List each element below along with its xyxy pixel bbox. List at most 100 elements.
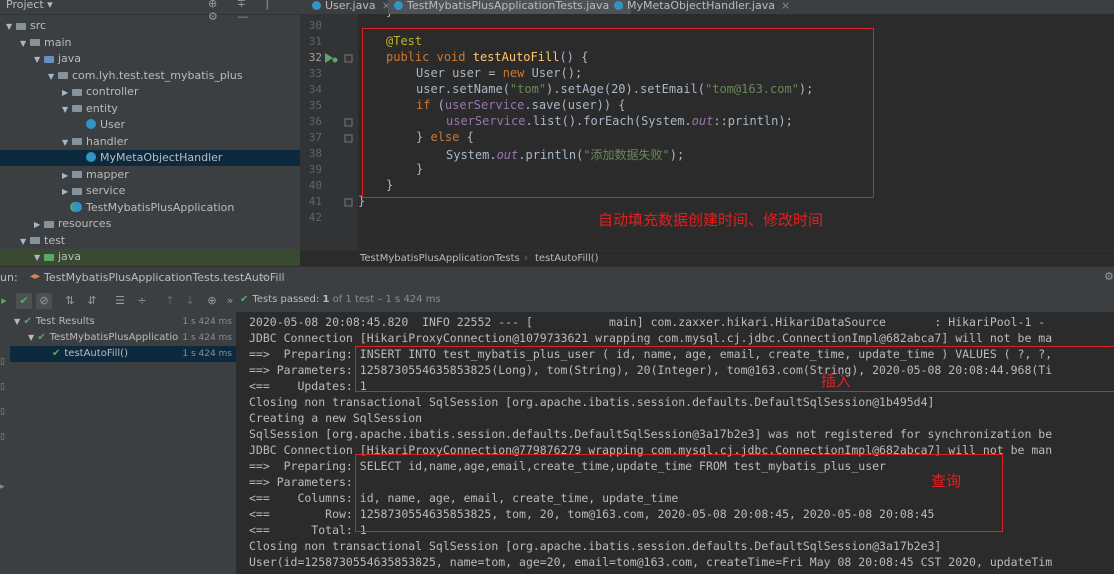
- tree-item-resources[interactable]: ▶ resources: [0, 216, 300, 232]
- line-number: 31: [308, 35, 322, 48]
- folder-icon: [30, 237, 40, 244]
- show-passed-toggle[interactable]: ✔: [16, 293, 32, 309]
- test-results-root[interactable]: ▼ ✔ Test Results 1 s 424 ms: [10, 314, 236, 330]
- run-test-icon[interactable]: [324, 52, 338, 64]
- chevron-down-icon[interactable]: ▼: [20, 234, 30, 250]
- chevron-right-icon[interactable]: ▶: [34, 217, 44, 233]
- tree-item-label: java: [58, 52, 82, 65]
- folder-icon: [16, 22, 26, 30]
- editor-breadcrumb: TestMybatisPlusApplicationTests › testAu…: [300, 250, 1114, 267]
- class-icon: [394, 1, 403, 10]
- chevron-right-icon[interactable]: ▶: [62, 184, 72, 200]
- code-line-40: }: [386, 178, 394, 192]
- chevron-down-icon[interactable]: ▼: [62, 102, 72, 118]
- editor-gutter[interactable]: 30 31 32 33 34 35 36 37 38 39 40 41 42: [300, 14, 358, 250]
- folder-icon: [72, 187, 82, 195]
- class-icon: [86, 152, 96, 162]
- console-line: <== Total: 1: [249, 523, 367, 537]
- more-icon[interactable]: »: [222, 293, 238, 309]
- strip-icon[interactable]: ▸: [0, 482, 5, 492]
- chevron-down-icon[interactable]: ▼: [20, 36, 30, 52]
- tree-item-src[interactable]: ▼ src: [0, 18, 300, 34]
- test-method-row[interactable]: ✔ testAutoFill() 1 s 424 ms: [10, 346, 236, 362]
- tree-item-main[interactable]: ▼ main: [0, 35, 300, 51]
- class-icon: [86, 119, 96, 129]
- strip-icon[interactable]: ▯: [0, 407, 5, 417]
- console-output[interactable]: 2020-05-08 20:08:45.820 INFO 22552 --- […: [237, 312, 1114, 574]
- strip-icon[interactable]: ▯: [0, 432, 5, 442]
- tree-item-user[interactable]: User: [0, 117, 300, 133]
- breadcrumb-class[interactable]: TestMybatisPlusApplicationTests: [360, 251, 520, 266]
- sort-duration-icon[interactable]: ⇵: [84, 293, 100, 309]
- class-icon: [72, 201, 82, 212]
- tree-item-label: controller: [86, 85, 139, 98]
- tree-item-label: resources: [58, 217, 112, 230]
- tree-item-controller[interactable]: ▶ controller: [0, 84, 300, 100]
- tree-item-label: java: [58, 250, 82, 263]
- editor-tab-bar: User.java × TestMybatisPlusApplicationTes…: [300, 0, 1114, 15]
- chevron-down-icon[interactable]: ▼: [6, 19, 16, 35]
- folder-icon: [44, 55, 54, 63]
- fold-icon[interactable]: [344, 54, 354, 64]
- tree-item-handler[interactable]: ▼ handler: [0, 134, 300, 150]
- run-config-tab[interactable]: TestMybatisPlusApplicationTests.testAuto…: [44, 271, 285, 284]
- collapse-all-icon[interactable]: ÷: [134, 293, 150, 309]
- strip-icon[interactable]: ▯: [0, 382, 5, 392]
- code-line-33: User user = new User();: [416, 66, 583, 80]
- tree-item-com-lyh-test-test-mybatis-plus[interactable]: ▼ com.lyh.test.test_mybatis_plus: [0, 68, 300, 84]
- tree-item-label: mapper: [86, 167, 129, 181]
- code-line-41: }: [358, 194, 366, 208]
- show-ignored-toggle[interactable]: ⊘: [36, 293, 52, 309]
- fold-icon[interactable]: [344, 198, 354, 208]
- tab-testmybatisplusapplicationtests-java[interactable]: TestMybatisPlusApplicationTests.java×: [388, 0, 631, 14]
- strip-icon[interactable]: ▯: [0, 357, 5, 367]
- next-icon[interactable]: ↓: [182, 293, 198, 309]
- line-number: 35: [308, 99, 322, 112]
- project-view-selector[interactable]: Project ▾: [6, 0, 53, 11]
- chevron-down-icon: ▼: [28, 333, 35, 342]
- console-line: JDBC Connection [HikariProxyConnection@1…: [249, 331, 1053, 345]
- console-line: Creating a new SqlSession: [249, 411, 423, 425]
- chevron-down-icon[interactable]: ▼: [48, 69, 58, 85]
- test-class-row[interactable]: ▼ ✔ TestMybatisPlusApplicatio 1 s 424 ms: [10, 330, 236, 346]
- tree-item-mymetaobjecthandler[interactable]: MyMetaObjectHandler: [0, 150, 300, 166]
- tree-item-mapper[interactable]: ▶ mapper: [0, 167, 300, 183]
- previous-icon[interactable]: ↑: [162, 293, 178, 309]
- fold-icon[interactable]: [344, 118, 354, 128]
- passed-check-icon: ✔: [52, 348, 61, 359]
- chevron-down-icon[interactable]: ▼: [34, 250, 44, 266]
- run-toolbar: ▸ ✔ ⊘ ⇅ ⇵ ☰ ÷ ↑ ↓ ⊕ » ✔ Tests passed: 1 o…: [0, 290, 1114, 313]
- console-line: JDBC Connection [HikariProxyConnection@7…: [249, 443, 1053, 457]
- class-icon: [614, 1, 623, 10]
- close-icon[interactable]: ×: [781, 0, 790, 12]
- chevron-right-icon[interactable]: ▶: [62, 85, 72, 101]
- line-number: 39: [308, 163, 322, 176]
- chevron-down-icon[interactable]: ▼: [62, 135, 72, 151]
- sort-alpha-icon[interactable]: ⇅: [62, 293, 78, 309]
- chevron-right-icon[interactable]: ▶: [62, 168, 72, 184]
- tree-item-java[interactable]: ▼ java: [0, 51, 300, 67]
- fold-icon[interactable]: [344, 134, 354, 144]
- code-line-38: System.out.println("添加数据失败");: [446, 148, 685, 162]
- tree-item-service[interactable]: ▶ service: [0, 183, 300, 199]
- tab-mymetaobjecthandler-java[interactable]: MyMetaObjectHandler.java ×: [608, 0, 796, 14]
- folder-icon: [72, 138, 82, 145]
- chevron-down-icon[interactable]: ▼: [34, 52, 44, 68]
- rerun-icon[interactable]: ▸: [0, 293, 12, 309]
- folder-icon: [44, 253, 54, 261]
- console-line: <== Updates: 1: [249, 379, 367, 393]
- tree-item-entity[interactable]: ▼ entity: [0, 101, 300, 117]
- code-line-31: @Test: [386, 34, 423, 48]
- tree-item-test[interactable]: ▼ test: [0, 233, 300, 249]
- code-editor[interactable]: } @Test public void testAutoFill() { Use…: [358, 14, 1114, 250]
- tree-item-testmybatisplusapplication[interactable]: TestMybatisPlusApplication: [0, 200, 300, 216]
- tab-user-java[interactable]: User.java ×: [306, 0, 397, 14]
- line-number: 37: [308, 131, 322, 144]
- gear-icon[interactable]: ⚙: [1104, 270, 1114, 283]
- close-icon[interactable]: ×: [259, 270, 268, 283]
- tree-item-java[interactable]: ▼ java: [0, 249, 300, 265]
- annotation-insert: 插入: [821, 372, 852, 390]
- breadcrumb-method[interactable]: testAutoFill(): [535, 251, 599, 266]
- history-icon[interactable]: ⊕: [204, 293, 220, 309]
- expand-all-icon[interactable]: ☰: [112, 293, 128, 309]
